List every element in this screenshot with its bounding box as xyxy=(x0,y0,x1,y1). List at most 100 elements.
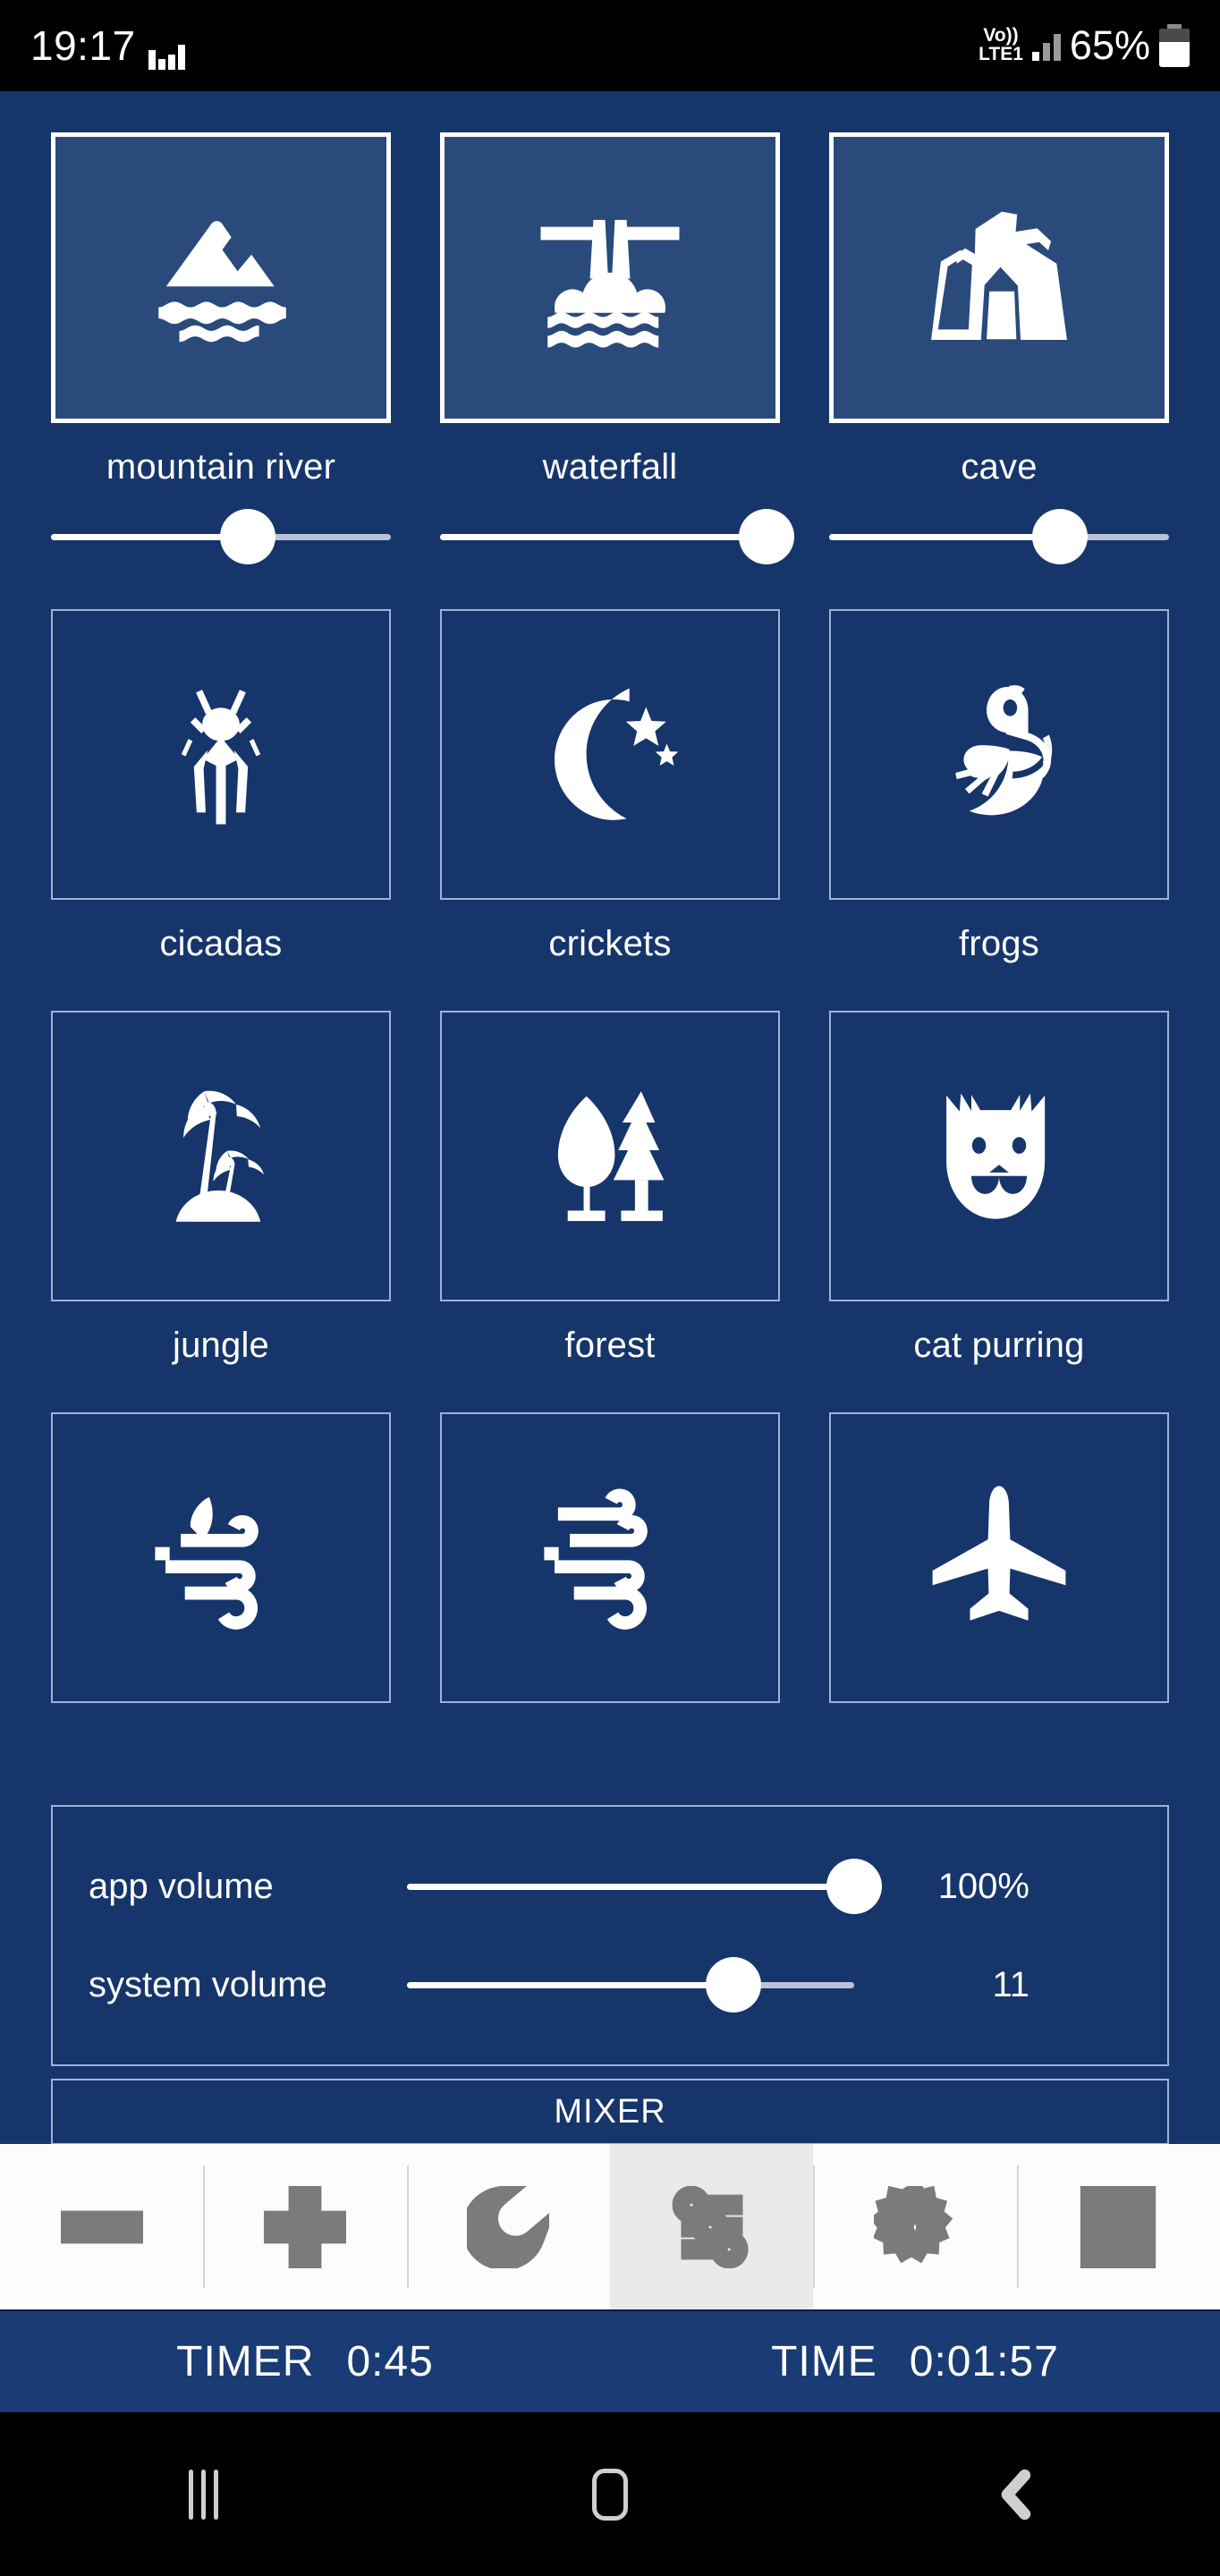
cat-face-icon xyxy=(946,1092,1046,1219)
sound-tile-wind-leaf[interactable] xyxy=(51,1412,391,1703)
volte-voice-label: Vo)) xyxy=(983,25,1019,47)
signal-bars-icon xyxy=(1031,30,1061,61)
palm-island-icon xyxy=(175,1090,265,1222)
battery-percent-label: 65% xyxy=(1069,22,1150,68)
sound-grid-row-4 xyxy=(51,1412,1169,1769)
app-volume-row: app volume 100% xyxy=(89,1837,1131,1936)
sound-cell-airplane xyxy=(829,1412,1169,1769)
timer-label: TIMER xyxy=(176,2338,315,2385)
sound-cell-frogs: frogs xyxy=(829,609,1169,966)
forest-trees-icon xyxy=(557,1090,665,1221)
slider-fill xyxy=(440,534,767,540)
sound-tile-cave[interactable] xyxy=(829,132,1169,423)
sound-tile-cicadas[interactable] xyxy=(51,609,391,900)
sound-label-frogs: frogs xyxy=(959,924,1039,963)
slider-knob[interactable] xyxy=(1032,509,1089,564)
cave-icon xyxy=(931,211,1067,340)
time-segment[interactable]: TIME 0:01:57 xyxy=(610,2337,1220,2386)
back-icon xyxy=(1001,2469,1030,2520)
sound-cell-forest: forest xyxy=(440,1011,780,1368)
battery-icon xyxy=(1159,24,1190,67)
timer-segment[interactable]: TIMER 0:45 xyxy=(0,2337,610,2386)
sound-slider-waterfall[interactable] xyxy=(440,509,794,564)
sound-label-cave: cave xyxy=(961,447,1038,487)
toolbar-button-pause[interactable] xyxy=(1016,2144,1220,2309)
wind-leaf-icon xyxy=(155,1496,258,1630)
sound-tile-cat-purring[interactable] xyxy=(829,1011,1169,1301)
sound-label-forest: forest xyxy=(564,1326,656,1365)
sliders-icon xyxy=(672,2185,749,2268)
slider-knob[interactable] xyxy=(826,1859,882,1914)
sound-tile-forest[interactable] xyxy=(440,1011,780,1301)
sound-tile-frogs[interactable] xyxy=(829,609,1169,900)
slider-knob[interactable] xyxy=(220,509,276,564)
sound-grid-row-2: cicadas crickets frogs xyxy=(51,609,1169,966)
system-volume-slider[interactable] xyxy=(407,1957,854,2012)
sound-cell-jungle: jungle xyxy=(51,1011,391,1368)
slider-fill xyxy=(407,1884,854,1890)
sound-label-waterfall: waterfall xyxy=(542,447,678,487)
slider-knob[interactable] xyxy=(738,509,794,564)
mountain-river-icon xyxy=(158,220,286,342)
slider-fill xyxy=(407,1982,733,1988)
waterfall-icon xyxy=(540,219,680,347)
timer-value: 0:45 xyxy=(346,2338,434,2385)
nav-back-button[interactable] xyxy=(813,2468,1220,2521)
sound-tile-wind[interactable] xyxy=(440,1412,780,1703)
wind-icon xyxy=(544,1488,648,1630)
equalizer-icon xyxy=(148,39,185,70)
sound-tile-waterfall[interactable] xyxy=(440,132,780,423)
frog-icon xyxy=(955,684,1053,815)
sound-tile-airplane[interactable] xyxy=(829,1412,1169,1703)
toolbar-button-sliders[interactable] xyxy=(609,2144,814,2309)
time-label: TIME xyxy=(771,2338,877,2385)
app-volume-label: app volume xyxy=(89,1866,274,1906)
toolbar-button-gear[interactable] xyxy=(813,2144,1016,2309)
time-value: 0:01:57 xyxy=(909,2338,1059,2385)
sound-cell-mountain-river: mountain river xyxy=(51,132,391,564)
volte-type-label: LTE1 xyxy=(979,44,1023,64)
nav-recents-button[interactable] xyxy=(0,2469,407,2520)
slider-fill xyxy=(51,534,249,540)
airplane-icon xyxy=(932,1485,1066,1621)
volume-panel: app volume 100% system volume 11 xyxy=(51,1805,1169,2066)
sound-cell-cicadas: cicadas xyxy=(51,609,391,966)
phone-screen: 19:17 Vo)) LTE1 65% mountain river water… xyxy=(0,0,1220,2576)
sound-label-mountain-river: mountain river xyxy=(106,447,336,487)
app-content: mountain river waterfall cave cicadas cr… xyxy=(0,91,1220,2145)
moon-icon xyxy=(467,2185,550,2268)
app-volume-value: 100% xyxy=(937,1866,1029,1906)
status-bar-right: Vo)) LTE1 65% xyxy=(979,22,1190,69)
sound-cell-cave: cave xyxy=(829,132,1169,564)
nav-home-button[interactable] xyxy=(407,2468,814,2521)
sound-slider-mountain-river[interactable] xyxy=(51,509,391,564)
sound-cell-crickets: crickets xyxy=(440,609,780,966)
sound-tile-mountain-river[interactable] xyxy=(51,132,391,423)
sound-label-cicadas: cicadas xyxy=(159,924,283,963)
timer-bar: TIMER 0:45 TIME 0:01:57 xyxy=(0,2309,1220,2412)
app-volume-slider[interactable] xyxy=(407,1859,882,1914)
plus-icon xyxy=(263,2185,346,2268)
minus-icon xyxy=(60,2210,143,2243)
mixer-button[interactable]: MIXER xyxy=(51,2079,1169,2145)
pause-icon xyxy=(1080,2185,1156,2268)
system-volume-row: system volume 11 xyxy=(89,1936,1131,2034)
sound-grid-row-1: mountain river waterfall cave xyxy=(51,132,1169,564)
sound-cell-cat-purring: cat purring xyxy=(829,1011,1169,1368)
toolbar-button-plus[interactable] xyxy=(203,2144,406,2309)
sound-cell-wind xyxy=(440,1412,780,1769)
sound-tile-jungle[interactable] xyxy=(51,1011,391,1301)
slider-knob[interactable] xyxy=(706,1957,761,2012)
toolbar-button-moon[interactable] xyxy=(406,2144,610,2309)
volte-indicator: Vo)) LTE1 xyxy=(979,27,1023,64)
sound-label-crickets: crickets xyxy=(548,924,672,963)
sound-slider-cave[interactable] xyxy=(829,509,1169,564)
bottom-toolbar xyxy=(0,2144,1220,2309)
system-volume-value: 11 xyxy=(992,1964,1029,2004)
cicada-icon xyxy=(181,689,261,824)
status-bar: 19:17 Vo)) LTE1 65% xyxy=(0,0,1220,91)
toolbar-button-minus[interactable] xyxy=(0,2144,203,2309)
sound-tile-crickets[interactable] xyxy=(440,609,780,900)
moon-stars-icon xyxy=(555,688,679,820)
sound-grid-row-3: jungle forest cat purring xyxy=(51,1011,1169,1368)
